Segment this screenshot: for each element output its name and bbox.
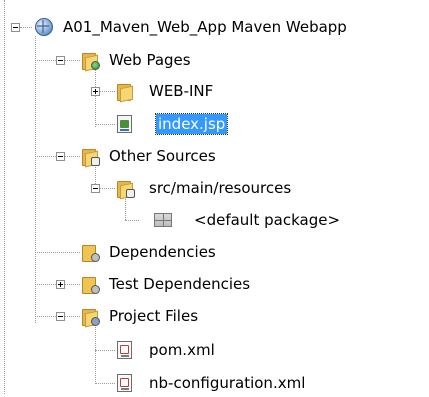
tree-connector (35, 36, 36, 323)
expand-toggle-web-inf[interactable] (91, 87, 100, 96)
globe-icon (34, 17, 54, 37)
collapse-toggle-root[interactable] (11, 23, 20, 32)
tree-node-dependencies[interactable]: Dependencies (80, 238, 218, 266)
source-folder-icon (80, 146, 100, 168)
tree-node-label: Web Pages (109, 51, 191, 69)
tree-node-label: nb-configuration.xml (149, 374, 306, 392)
tree-node-label: Dependencies (109, 243, 216, 261)
tree-left-guide (4, 0, 5, 394)
library-folder-icon (80, 274, 100, 294)
tree-node-src-main-resources[interactable]: src/main/resources (115, 174, 293, 202)
tree-node-web-inf[interactable]: WEB-INF (115, 77, 215, 105)
tree-node-label: <default package> (194, 211, 341, 229)
package-icon (153, 210, 173, 230)
tree-node-label: Other Sources (109, 147, 216, 165)
tree-node-root[interactable]: A01_Maven_Web_App Maven Webapp (34, 13, 349, 41)
jsp-file-icon (115, 114, 135, 134)
tree-node-label: Project Files (109, 307, 199, 325)
tree-node-pom-xml[interactable]: pom.xml (115, 336, 217, 364)
xml-file-icon (115, 373, 135, 393)
tree-connector (20, 27, 32, 28)
tree-connector (95, 69, 96, 127)
tree-node-label: pom.xml (149, 341, 215, 359)
tree-node-nb-configuration-xml[interactable]: nb-configuration.xml (115, 369, 307, 397)
tree-node-label: src/main/resources (149, 179, 292, 197)
collapse-toggle-web-pages[interactable] (56, 56, 65, 65)
tree-node-web-pages[interactable]: Web Pages (80, 46, 193, 74)
tree-node-label: A01_Maven_Web_App Maven Webapp (63, 18, 347, 36)
collapse-toggle-src-main-resources[interactable] (91, 184, 100, 193)
collapse-toggle-other-sources[interactable] (56, 152, 65, 161)
tree-connector (95, 325, 96, 384)
tree-node-label: WEB-INF (149, 82, 214, 100)
web-pages-folder-icon (80, 50, 100, 72)
tree-node-other-sources[interactable]: Other Sources (80, 142, 218, 170)
folder-icon (115, 81, 135, 103)
tree-node-test-dependencies[interactable]: Test Dependencies (80, 270, 252, 298)
tree-node-project-files[interactable]: Project Files (80, 302, 200, 330)
expand-toggle-test-dependencies[interactable] (56, 280, 65, 289)
source-folder-icon (115, 178, 135, 200)
tree-node-index-jsp[interactable]: index.jsp (115, 110, 229, 138)
tree-connector (35, 252, 80, 253)
tree-connector (95, 124, 115, 125)
library-folder-icon (80, 242, 100, 262)
tree-node-default-package[interactable]: <default package> (141, 206, 342, 234)
xml-file-icon (115, 340, 135, 360)
collapse-toggle-project-files[interactable] (56, 312, 65, 321)
settings-folder-icon (80, 306, 100, 328)
tree-node-label: Test Dependencies (109, 275, 251, 293)
tree-connector (125, 220, 139, 221)
tree-node-label: index.jsp (154, 113, 229, 135)
tree-connector (95, 383, 115, 384)
tree-connector (95, 350, 115, 351)
